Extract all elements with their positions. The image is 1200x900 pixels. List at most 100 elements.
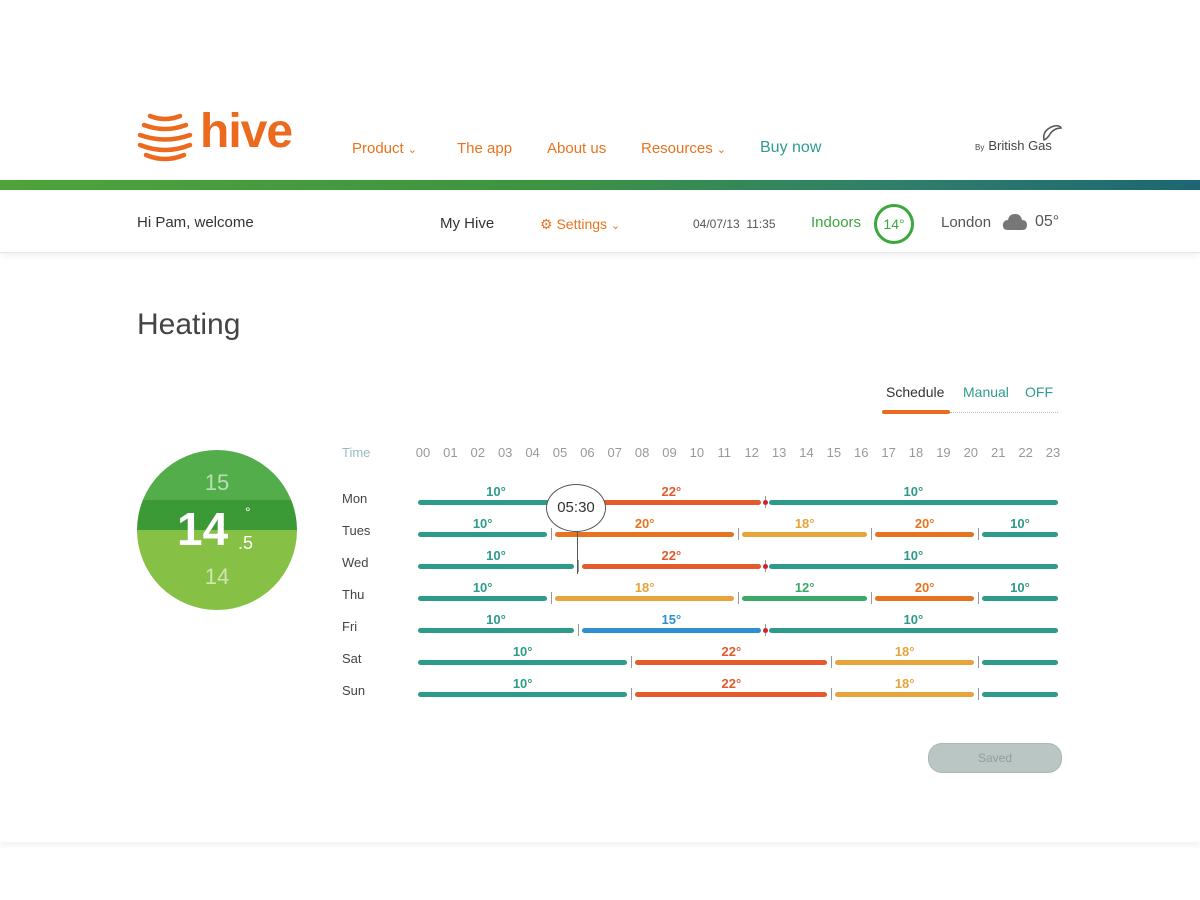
- tab-off[interactable]: OFF: [1025, 384, 1053, 400]
- segment-boundary[interactable]: [578, 624, 579, 636]
- day-label: Thu: [342, 587, 365, 602]
- schedule-segment[interactable]: [582, 628, 761, 633]
- segment-temp: 10°: [1010, 516, 1030, 531]
- schedule-segment[interactable]: [582, 564, 761, 569]
- nav-product[interactable]: Product ⌄: [352, 140, 417, 157]
- active-tab-indicator: [882, 410, 950, 414]
- schedule-segment[interactable]: [768, 500, 1058, 505]
- segment-boundary[interactable]: [978, 528, 979, 540]
- nav-buy-now[interactable]: Buy now: [760, 139, 821, 157]
- content-bottom-edge: [0, 838, 1200, 842]
- segment-temp: 10°: [486, 612, 506, 627]
- nav-the-app[interactable]: The app: [457, 140, 512, 157]
- hour-label: 08: [634, 445, 650, 460]
- schedule-segment[interactable]: [635, 692, 828, 697]
- hour-label: 02: [470, 445, 486, 460]
- schedule-segment[interactable]: [418, 692, 628, 697]
- schedule-segment[interactable]: [982, 660, 1058, 665]
- current-time-marker: [762, 500, 768, 505]
- schedule-segment[interactable]: [418, 532, 548, 537]
- schedule-segment[interactable]: [635, 660, 828, 665]
- nav-resources[interactable]: Resources ⌄: [641, 140, 726, 157]
- dial-next-temp[interactable]: 15: [137, 470, 297, 496]
- segment-boundary[interactable]: [631, 656, 633, 668]
- hour-label: 23: [1045, 445, 1061, 460]
- nav-about-us-label: About us: [547, 140, 607, 157]
- segment-boundary[interactable]: [578, 560, 579, 572]
- schedule-segment[interactable]: [418, 628, 574, 633]
- hour-label: 06: [580, 445, 595, 460]
- hour-label: 18: [908, 445, 924, 460]
- schedule-segment[interactable]: [835, 692, 974, 697]
- segment-boundary[interactable]: [738, 592, 739, 604]
- segment-boundary[interactable]: [871, 528, 873, 540]
- chevron-down-icon: ⌄: [716, 144, 726, 156]
- segment-boundary[interactable]: [831, 656, 833, 668]
- hour-label: 19: [936, 445, 951, 460]
- hour-label: 21: [990, 445, 1006, 460]
- segment-boundary[interactable]: [551, 528, 553, 540]
- schedule-segment[interactable]: [982, 532, 1058, 537]
- schedule-segment[interactable]: [582, 500, 761, 505]
- segment-temp: 10°: [472, 516, 493, 531]
- schedule-segment[interactable]: [555, 532, 734, 537]
- page-title: Heating: [137, 308, 241, 341]
- segment-temp: 18°: [634, 580, 655, 595]
- segment-temp: 10°: [1010, 580, 1030, 595]
- schedule-segment[interactable]: [982, 692, 1058, 697]
- date-time: 04/07/13 11:35: [693, 217, 776, 231]
- schedule-segment[interactable]: [875, 596, 974, 601]
- nav-about-us[interactable]: About us: [547, 140, 606, 157]
- hour-label: 17: [881, 445, 896, 460]
- time-axis-label: Time: [342, 445, 371, 460]
- partner-prefix: By: [975, 143, 985, 152]
- segment-boundary[interactable]: [551, 592, 553, 604]
- day-label: Sun: [342, 683, 366, 698]
- segment-boundary[interactable]: [738, 528, 739, 540]
- dial-prev-temp[interactable]: 14: [137, 564, 297, 590]
- schedule-segment[interactable]: [768, 564, 1058, 569]
- segment-boundary[interactable]: [978, 656, 979, 668]
- schedule-segment[interactable]: [835, 660, 974, 665]
- segment-temp: 10°: [512, 676, 533, 691]
- hour-label: 03: [497, 445, 513, 460]
- tab-schedule[interactable]: Schedule: [886, 384, 944, 400]
- segment-temp: 18°: [894, 676, 915, 691]
- schedule-segment[interactable]: [875, 532, 974, 537]
- schedule-segment[interactable]: [768, 628, 1058, 633]
- schedule-segment[interactable]: [418, 660, 628, 665]
- chevron-down-icon: ⌄: [610, 220, 621, 232]
- hour-label: 00: [415, 445, 431, 460]
- schedule-segment[interactable]: [742, 596, 868, 601]
- nav-product-label: Product: [352, 140, 404, 157]
- saved-button[interactable]: Saved: [928, 743, 1062, 773]
- my-hive-link[interactable]: My Hive: [440, 215, 494, 232]
- header-stripe: [0, 180, 1200, 190]
- schedule-segment[interactable]: [418, 596, 548, 601]
- schedule-segment[interactable]: [982, 596, 1058, 601]
- hour-label: 11: [717, 445, 732, 460]
- schedule-segment[interactable]: [418, 564, 574, 569]
- nav-resources-label: Resources: [641, 140, 713, 157]
- hour-label: 13: [771, 445, 787, 460]
- segment-boundary[interactable]: [978, 688, 979, 700]
- time-pin[interactable]: 05:30: [546, 484, 606, 532]
- segment-boundary[interactable]: [631, 688, 633, 700]
- segment-boundary[interactable]: [978, 592, 979, 604]
- schedule-segment[interactable]: [555, 596, 734, 601]
- chevron-down-icon: ⌄: [407, 144, 417, 156]
- dial-decimal: .5: [238, 533, 254, 553]
- segment-temp: 10°: [903, 548, 924, 563]
- day-label: Fri: [342, 619, 358, 634]
- schedule-segment[interactable]: [742, 532, 868, 537]
- settings-menu[interactable]: ⚙ Settings ⌄: [540, 216, 620, 233]
- segment-temp: 10°: [903, 612, 924, 627]
- temperature-dial[interactable]: 15 14 ° .5 14: [137, 450, 297, 610]
- weather-location: London: [941, 214, 992, 231]
- dial-degree: °: [245, 504, 251, 520]
- indoors-label: Indoors: [811, 214, 862, 231]
- day-label: Wed: [342, 555, 369, 570]
- segment-boundary[interactable]: [831, 688, 833, 700]
- segment-boundary[interactable]: [871, 592, 873, 604]
- tab-manual[interactable]: Manual: [963, 384, 1009, 400]
